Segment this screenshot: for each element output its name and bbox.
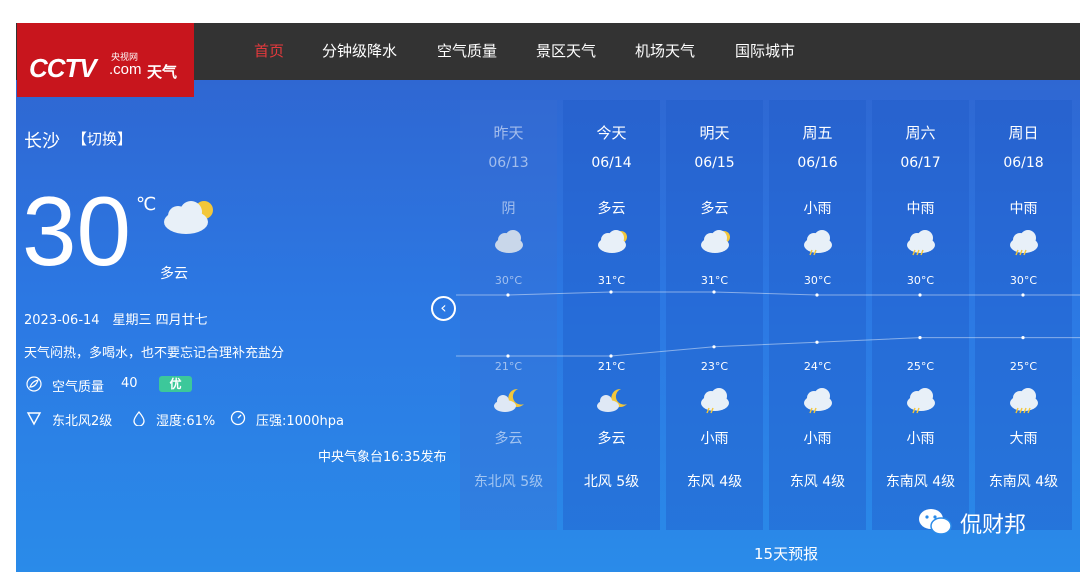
low-temp-point: [815, 340, 819, 344]
nav-airport-weather[interactable]: 机场天气: [635, 40, 695, 61]
wechat-icon: [919, 509, 952, 535]
high-temp-point: [815, 293, 819, 297]
low-temp-point: [609, 354, 613, 358]
temperature-curve: [456, 290, 1080, 358]
low-temp-point: [918, 336, 922, 340]
high-temp-point: [1021, 293, 1025, 297]
high-temp-point: [506, 293, 510, 297]
nav-minute-precip[interactable]: 分钟级降水: [322, 40, 397, 61]
logo-brand: CCTV: [29, 53, 97, 83]
logo-com: .com: [109, 61, 142, 78]
weather-main-panel: 长沙 【切换】 30 ℃ 多云 2023-06-14 星期三 四月廿七 天气闷热…: [16, 80, 1080, 572]
high-temp-point: [609, 290, 613, 294]
forecast-15-days-link[interactable]: 15天预报: [754, 543, 818, 564]
top-strip: [0, 0, 1080, 23]
low-temp-point: [1021, 336, 1025, 340]
nav-scenic-weather[interactable]: 景区天气: [536, 40, 596, 61]
high-temp-line: [456, 291, 1080, 296]
nav-air-quality[interactable]: 空气质量: [437, 40, 497, 61]
low-temp-point: [506, 354, 510, 358]
high-temp-point: [712, 290, 716, 294]
nav-international[interactable]: 国际城市: [735, 40, 795, 61]
low-temp-point: [712, 345, 716, 349]
watermark-text: 侃财邦: [960, 513, 1027, 538]
high-temp-point: [918, 293, 922, 297]
cctv-weather-logo[interactable]: CCTV 央视网 .com 天气: [17, 23, 194, 97]
low-temp-line: [456, 337, 1080, 357]
nav-home[interactable]: 首页: [254, 40, 284, 61]
logo-product: 天气: [147, 63, 178, 81]
